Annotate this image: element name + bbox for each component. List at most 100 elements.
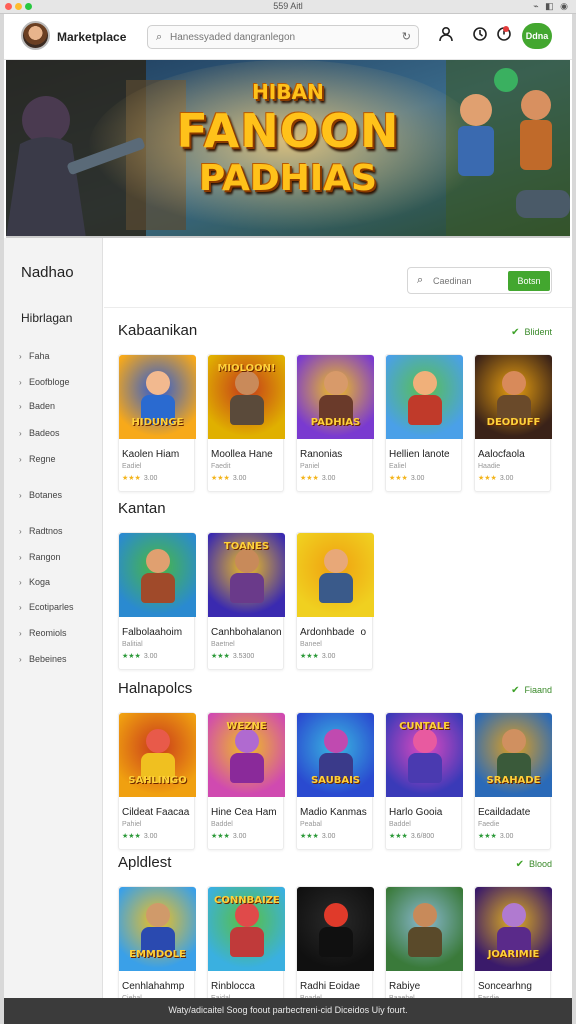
star-icon: ★★★: [211, 653, 230, 660]
thumbnail-logo-text: SAUBAIS: [310, 775, 361, 786]
main-content: ⌕ Botsn Kabaanikan ✔ Blident HIDUNGE Kaolen …: [104, 238, 572, 998]
game-developer: Baddel: [389, 821, 411, 828]
sidebar-item[interactable]: › Badeos: [19, 428, 60, 438]
chevron-right-icon: ›: [19, 491, 22, 500]
sidebar-item[interactable]: › Rangon: [19, 552, 61, 562]
game-developer: Baddel: [211, 821, 233, 828]
filter-button[interactable]: Botsn: [508, 271, 550, 291]
section-see-all-link[interactable]: ✔ Blident: [511, 327, 552, 338]
game-developer: Ealiel: [389, 463, 407, 470]
chevron-right-icon: ›: [19, 578, 22, 587]
game-card[interactable]: SAHLINGO Cildeat Faacaa Pahiel ★★★ 3.00: [118, 712, 196, 850]
chevron-right-icon: ›: [19, 455, 22, 464]
character-head: [413, 371, 437, 395]
game-card[interactable]: PADHIAS Ranonias Paniel ★★★ 3.00: [296, 354, 374, 492]
search-icon: ⌕: [417, 274, 424, 286]
character-body: [141, 573, 175, 603]
rating-value: 3.00: [321, 833, 336, 840]
game-rating: ★★★ 3.00: [300, 474, 335, 482]
search-bar[interactable]: ⌕ ↻: [147, 25, 419, 49]
character-head: [324, 549, 348, 573]
sidebar-item[interactable]: › Regne: [19, 454, 56, 464]
game-title: Soncearhng: [478, 981, 532, 992]
chevron-right-icon: ›: [19, 603, 22, 612]
rating-value: 3.00: [499, 475, 514, 482]
account-button[interactable]: Ddna: [522, 23, 552, 49]
game-card[interactable]: TOANES Canhbohalanon Baetnel ★★★ 3.5300: [207, 532, 285, 670]
character-body: [230, 573, 264, 603]
sidebar-item[interactable]: › Radtnos: [19, 526, 63, 536]
user-avatar[interactable]: [21, 21, 50, 50]
rating-value: 3.00: [143, 475, 158, 482]
person-search-icon[interactable]: [436, 26, 456, 46]
character-head: [413, 729, 437, 753]
game-thumbnail: EMMDOLE: [119, 887, 196, 971]
game-card[interactable]: SAUBAIS Madio Kanmas Peabal ★★★ 3.00: [296, 712, 374, 850]
brand-title: Marketplace: [57, 30, 127, 44]
game-card[interactable]: CONNBAIZERinbloccaEaidal★★★3.00: [207, 886, 285, 998]
game-card[interactable]: RabiyeBaaehel★★★3.00: [385, 886, 463, 998]
game-thumbnail: SRAHADE: [475, 713, 552, 797]
game-developer: Paniel: [300, 463, 320, 470]
search-input[interactable]: [170, 29, 398, 45]
sidebar-item[interactable]: › Koga: [19, 577, 50, 587]
game-thumbnail: MIOLOON!: [208, 355, 285, 439]
thumbnail-logo-text: EMMDOLE: [129, 949, 186, 960]
game-card[interactable]: SRAHADE Ecaildadate Faedie ★★★ 3.00: [474, 712, 552, 850]
game-thumbnail: [386, 887, 463, 971]
sidebar-item[interactable]: › Reomiols: [19, 628, 67, 638]
star-icon: ★★★: [122, 833, 141, 840]
section-link-label: Blood: [528, 859, 552, 869]
sidebar-item-label: Botanes: [29, 490, 63, 500]
star-icon: ★★★: [122, 653, 141, 660]
sidebar-title: Nadhao: [21, 264, 74, 281]
game-card[interactable]: EMMDOLECenhlahahmpCiebal★★★3.00: [118, 886, 196, 998]
star-icon: ★★★: [389, 475, 408, 482]
history-icon[interactable]: [470, 26, 490, 46]
game-developer: Eadiel: [122, 463, 142, 470]
chevron-right-icon: ›: [19, 655, 22, 664]
game-developer: Peabal: [300, 821, 322, 828]
game-card[interactable]: Radhi EoidaeBoadel★★★3.00: [296, 886, 374, 998]
footer-text: Waty/adicaitel Soog foout parbectreni-ci…: [168, 1005, 408, 1015]
game-thumbnail: CUNTALE: [386, 713, 463, 797]
sidebar-item[interactable]: › Faha: [19, 351, 50, 361]
section-see-all-link[interactable]: ✔ Fiaand: [511, 685, 552, 696]
sidebar-item[interactable]: › Botanes: [19, 490, 62, 500]
game-card[interactable]: Ardonhbade o Baneel ★★★ 3.00: [296, 532, 374, 670]
game-rating: ★★★ 3.00: [478, 474, 513, 482]
character-body: [408, 395, 442, 425]
game-card[interactable]: JOARIMIESoncearhngFasdie★★★3.2600: [474, 886, 552, 998]
sidebar-item[interactable]: › Eoofbloge: [19, 377, 70, 387]
game-card[interactable]: HIDUNGE Kaolen Hiam Eadiel ★★★ 3.00: [118, 354, 196, 492]
game-card[interactable]: WEZNE Hine Cea Ham Baddel ★★★ 3.00: [207, 712, 285, 850]
refresh-icon[interactable]: ↻: [402, 30, 411, 43]
star-icon: ★★★: [300, 653, 319, 660]
game-card[interactable]: Hellien lanote Ealiel ★★★ 3.00: [385, 354, 463, 492]
character-head: [235, 371, 259, 395]
sidebar-item[interactable]: › Ecotiparles: [19, 602, 74, 612]
game-card[interactable]: CUNTALE Harlo Gooia Baddel ★★★ 3.6/800: [385, 712, 463, 850]
game-title: Madio Kanmas: [300, 807, 367, 818]
footer: Waty/adicaitel Soog foout parbectreni-ci…: [4, 998, 572, 1024]
game-card[interactable]: DEODUFF Aalocfaola Haadie ★★★ 3.00: [474, 354, 552, 492]
rating-value: 3.6/800: [410, 833, 435, 840]
sidebar: Nadhao Hibrlagan › Faha › Eoofbloge › Baden › B…: [4, 238, 103, 998]
notification-badge: [503, 26, 509, 32]
section-title: Halnapolcs: [118, 680, 193, 697]
section-link-label: Fiaand: [524, 685, 552, 695]
hero-banner[interactable]: HIBAN FANOON PADHIAS: [6, 60, 570, 238]
game-card[interactable]: MIOLOON! Moollea Hane Faedit ★★★ 3.00: [207, 354, 285, 492]
sidebar-item[interactable]: › Bebeines: [19, 654, 67, 664]
section-see-all-link[interactable]: ✔ Blood: [516, 859, 552, 870]
hero-subtitle: HIBAN: [252, 80, 324, 104]
filter-input[interactable]: [433, 273, 505, 289]
hero-title-secondary: PADHIAS: [198, 158, 378, 199]
game-title: Aalocfaola: [478, 449, 525, 460]
star-icon: ★★★: [300, 833, 319, 840]
game-card[interactable]: Falbolaahoim Balitial ★★★ 3.00: [118, 532, 196, 670]
thumbnail-logo-text: SAHLINGO: [128, 775, 187, 786]
sidebar-item[interactable]: › Baden: [19, 401, 55, 411]
game-thumbnail: [119, 533, 196, 617]
game-title: Hellien lanote: [389, 449, 450, 460]
